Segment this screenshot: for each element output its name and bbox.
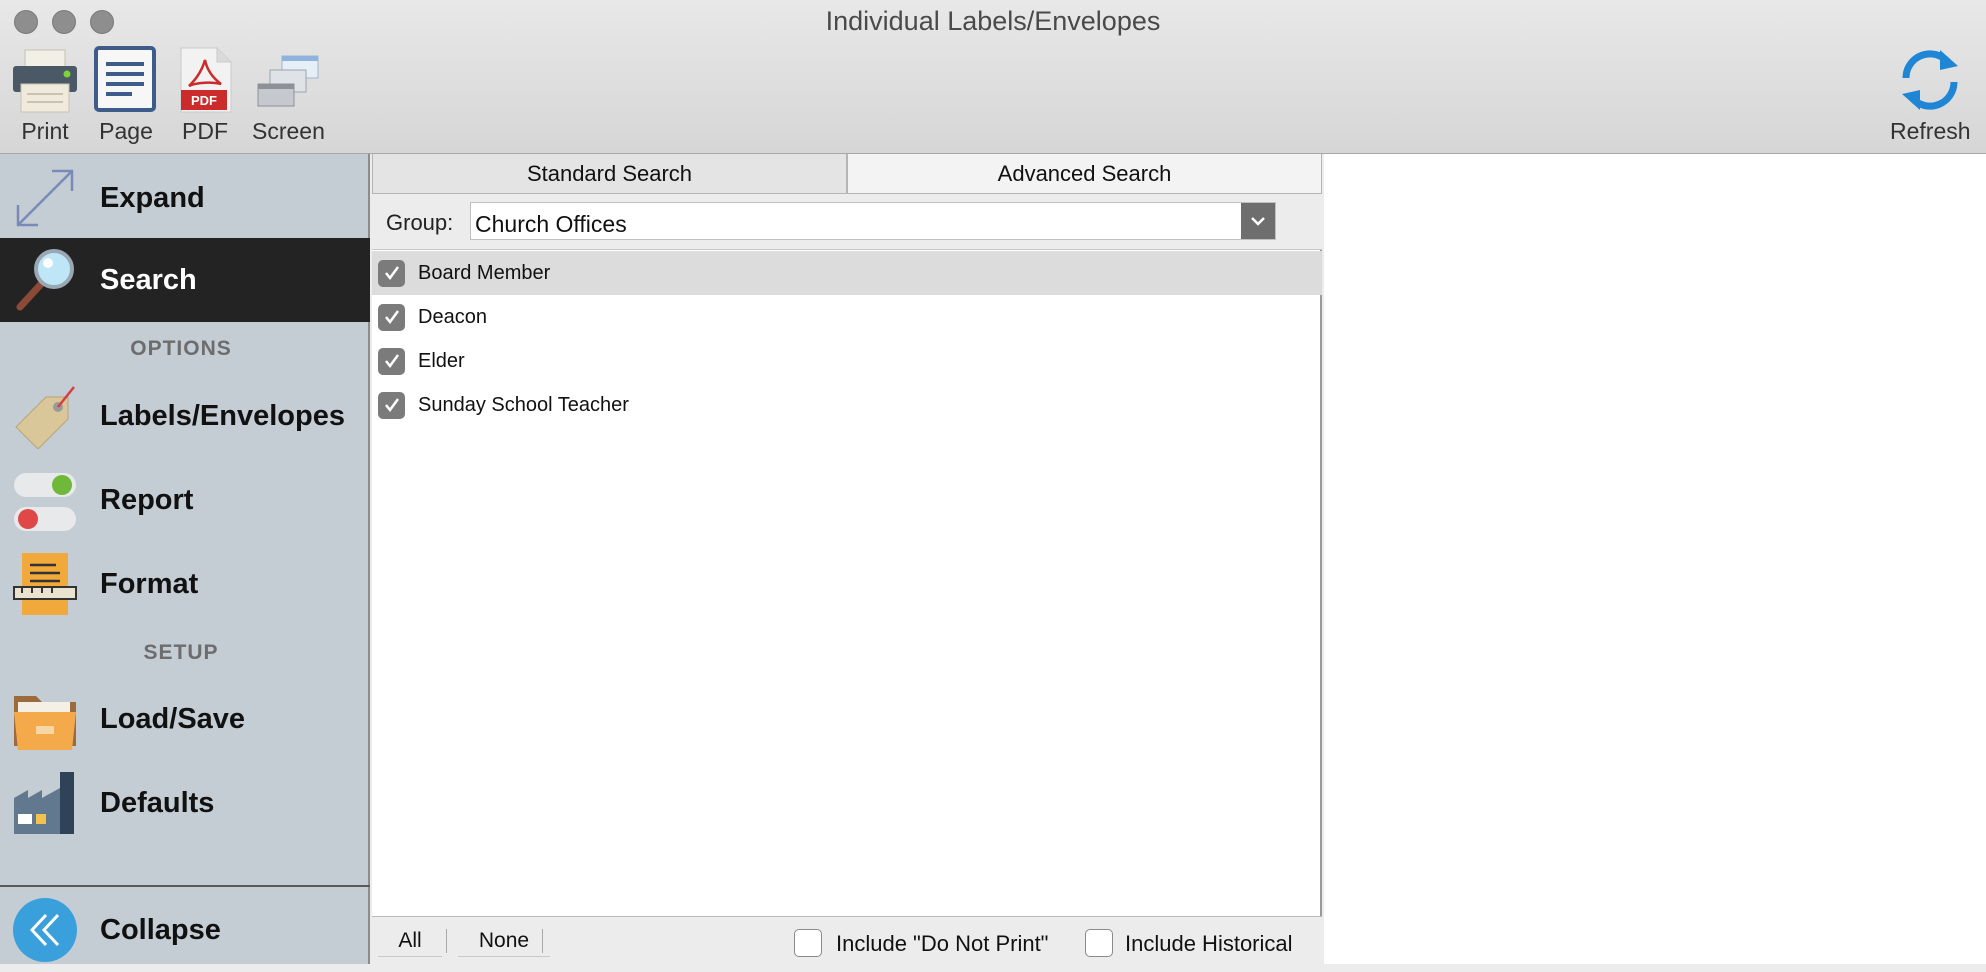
magnifier-icon [16,249,74,311]
tag-icon [15,386,75,449]
sidebar-item-collapse[interactable]: Collapse [0,888,370,972]
include-do-not-print-checkbox[interactable] [794,929,822,957]
sidebar-divider [0,885,370,887]
sidebar-item-defaults[interactable]: Defaults [0,761,370,845]
print-button[interactable]: Print [11,46,79,145]
search-panel: Standard Search Advanced Search Group: C… [372,154,1322,964]
item-label: Board Member [418,261,551,284]
checkmark-icon [384,398,399,413]
footer-divider [446,929,447,953]
folder-icon [14,696,76,750]
select-none-button[interactable]: None [458,925,550,957]
report-label: Report [100,483,194,516]
search-footer: All None Include "Do Not Print" Include … [372,916,1322,964]
select-all-button[interactable]: All [378,925,442,957]
item-checkbox[interactable] [378,347,405,375]
tab-advanced-search[interactable]: Advanced Search [847,154,1322,194]
checkmark-icon [384,266,399,281]
screen-button[interactable]: Screen [252,46,325,145]
item-checkbox[interactable] [378,259,405,287]
item-checkbox[interactable] [378,303,405,331]
item-label: Sunday School Teacher [418,393,629,416]
print-label: Print [21,118,69,144]
sidebar: Expand Search OPTIONS Labels/Envelopes R… [0,154,370,964]
format-label: Format [100,567,199,600]
search-tabs: Standard Search Advanced Search [372,154,1322,194]
expand-icon [16,169,74,227]
footer-divider [542,929,543,953]
list-item[interactable]: Sunday School Teacher [372,383,1322,427]
labels-envelopes-label: Labels/Envelopes [100,399,345,432]
sidebar-item-search[interactable]: Search [0,238,370,322]
pdf-icon: PDF [180,47,232,113]
refresh-label: Refresh [1890,118,1971,144]
sidebar-item-labels-envelopes[interactable]: Labels/Envelopes [0,374,370,458]
checkmark-icon [384,310,399,325]
item-label: Deacon [418,305,487,328]
sidebar-item-report[interactable]: Report [0,458,370,542]
list-item[interactable]: Board Member [372,251,1322,295]
expand-label: Expand [100,181,205,214]
factory-icon [14,772,74,834]
page-icon [94,46,156,112]
toggle-switches-icon [14,473,76,531]
load-save-label: Load/Save [100,702,246,735]
printer-icon [13,49,77,113]
screen-label: Screen [252,118,325,144]
page-button[interactable]: Page [92,46,160,145]
include-historical-label: Include Historical [1125,931,1293,956]
group-select-value: Church Offices [475,211,627,237]
group-items-list: Board Member Deacon Elder Sunday School … [372,251,1322,427]
include-do-not-print-label: Include "Do Not Print" [836,931,1049,956]
tab-standard-search[interactable]: Standard Search [372,154,847,194]
group-row: Group: Church Offices [372,194,1322,250]
group-select[interactable]: Church Offices [470,202,1276,240]
refresh-button[interactable]: Refresh [1890,46,1971,145]
toolbar: Individual Labels/Envelopes Print Page P… [0,0,1986,154]
preview-area [1324,154,1986,964]
defaults-label: Defaults [100,786,215,819]
pdf-icon-text: PDF [191,93,217,108]
sidebar-item-load-save[interactable]: Load/Save [0,677,370,761]
list-item[interactable]: Deacon [372,295,1322,339]
sidebar-item-expand[interactable]: Expand [0,156,370,240]
include-historical-checkbox[interactable] [1085,929,1113,957]
options-header: OPTIONS [130,337,232,360]
setup-header: SETUP [143,641,219,664]
checkmark-icon [384,354,399,369]
refresh-icon [1902,50,1959,110]
list-item[interactable]: Elder [372,339,1322,383]
collapse-chevrons-icon [13,898,77,962]
item-label: Elder [418,349,465,372]
window-title: Individual Labels/Envelopes [825,6,1161,36]
pdf-button[interactable]: PDF PDF [171,46,239,145]
chevron-down-icon[interactable] [1241,203,1275,239]
format-icon [13,553,77,615]
item-checkbox[interactable] [378,391,405,419]
group-label: Group: [386,210,454,235]
collapse-label: Collapse [100,913,221,946]
search-label: Search [100,263,197,296]
screen-icon [257,55,319,107]
page-label: Page [99,118,153,144]
pdf-label: PDF [182,118,228,144]
sidebar-item-format[interactable]: Format [0,542,370,626]
